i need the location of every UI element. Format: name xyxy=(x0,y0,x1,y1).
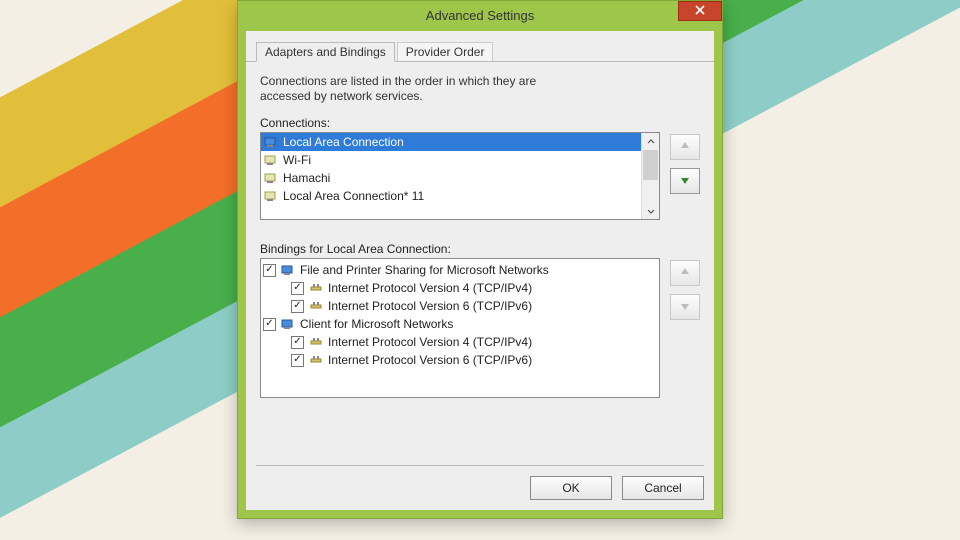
chevron-down-icon xyxy=(647,204,655,218)
bindings-order-buttons xyxy=(670,260,700,320)
connections-order-buttons xyxy=(670,134,700,194)
network-adapter-icon xyxy=(263,134,279,150)
list-item-label: Local Area Connection xyxy=(283,135,404,149)
checkbox[interactable] xyxy=(291,282,304,295)
info-text: Connections are listed in the order in w… xyxy=(260,74,590,104)
scroll-down-button[interactable] xyxy=(643,202,658,219)
protocol-icon xyxy=(308,334,324,350)
checkbox[interactable] xyxy=(263,318,276,331)
dialog-buttons: OK Cancel xyxy=(530,476,704,500)
tree-item-label: File and Printer Sharing for Microsoft N… xyxy=(300,263,549,277)
separator xyxy=(256,465,704,466)
list-item[interactable]: Wi-Fi xyxy=(261,151,659,169)
move-up-button[interactable] xyxy=(670,260,700,286)
tab-provider-order[interactable]: Provider Order xyxy=(397,42,494,61)
tree-item[interactable]: Internet Protocol Version 4 (TCP/IPv4) xyxy=(263,279,657,297)
tree-item[interactable]: Client for Microsoft Networks xyxy=(263,315,657,333)
tree-item-label: Client for Microsoft Networks xyxy=(300,317,453,331)
network-adapter-icon xyxy=(263,170,279,186)
cancel-button[interactable]: Cancel xyxy=(622,476,704,500)
move-down-button[interactable] xyxy=(670,168,700,194)
checkbox[interactable] xyxy=(291,336,304,349)
arrow-up-icon xyxy=(679,266,691,281)
service-icon xyxy=(280,316,296,332)
window-title: Advanced Settings xyxy=(426,8,534,23)
list-item[interactable]: Local Area Connection* 11 xyxy=(261,187,659,205)
move-down-button[interactable] xyxy=(670,294,700,320)
protocol-icon xyxy=(308,298,324,314)
scrollbar[interactable] xyxy=(641,133,659,219)
chevron-up-icon xyxy=(647,135,655,149)
tab-strip: Adapters and Bindings Provider Order xyxy=(246,39,714,62)
list-item-label: Hamachi xyxy=(283,171,330,185)
network-adapter-icon xyxy=(263,188,279,204)
service-icon xyxy=(280,262,296,278)
bindings-treeview[interactable]: File and Printer Sharing for Microsoft N… xyxy=(260,258,660,398)
list-item-label: Wi-Fi xyxy=(283,153,311,167)
tree-item[interactable]: Internet Protocol Version 4 (TCP/IPv4) xyxy=(263,333,657,351)
tree-item[interactable]: Internet Protocol Version 6 (TCP/IPv6) xyxy=(263,351,657,369)
tree-item[interactable]: File and Printer Sharing for Microsoft N… xyxy=(263,261,657,279)
client-area: Adapters and Bindings Provider Order Con… xyxy=(246,31,714,510)
titlebar[interactable]: Advanced Settings xyxy=(238,1,722,31)
list-item[interactable]: Local Area Connection xyxy=(261,133,659,151)
tree-item-label: Internet Protocol Version 6 (TCP/IPv6) xyxy=(328,353,532,367)
arrow-up-icon xyxy=(679,140,691,155)
checkbox[interactable] xyxy=(291,300,304,313)
connections-label: Connections: xyxy=(260,116,700,130)
connections-listbox[interactable]: Local Area Connection Wi-Fi xyxy=(260,132,660,220)
arrow-down-icon xyxy=(679,300,691,315)
list-item[interactable]: Hamachi xyxy=(261,169,659,187)
network-adapter-icon xyxy=(263,152,279,168)
bindings-label: Bindings for Local Area Connection: xyxy=(260,242,700,256)
scroll-up-button[interactable] xyxy=(643,133,658,150)
tree-item-label: Internet Protocol Version 4 (TCP/IPv4) xyxy=(328,335,532,349)
list-item-label: Local Area Connection* 11 xyxy=(283,189,424,203)
protocol-icon xyxy=(308,280,324,296)
checkbox[interactable] xyxy=(263,264,276,277)
scroll-thumb[interactable] xyxy=(643,150,658,180)
ok-button[interactable]: OK xyxy=(530,476,612,500)
tab-adapters-and-bindings[interactable]: Adapters and Bindings xyxy=(256,42,395,62)
close-button[interactable] xyxy=(678,1,722,21)
arrow-down-icon xyxy=(679,174,691,189)
tree-item-label: Internet Protocol Version 6 (TCP/IPv6) xyxy=(328,299,532,313)
checkbox[interactable] xyxy=(291,354,304,367)
tree-item[interactable]: Internet Protocol Version 6 (TCP/IPv6) xyxy=(263,297,657,315)
dialog-window: Advanced Settings Adapters and Bindings … xyxy=(237,0,723,519)
close-icon xyxy=(695,0,705,26)
move-up-button[interactable] xyxy=(670,134,700,160)
tree-item-label: Internet Protocol Version 4 (TCP/IPv4) xyxy=(328,281,532,295)
protocol-icon xyxy=(308,352,324,368)
tab-panel-adapters: Connections are listed in the order in w… xyxy=(246,62,714,408)
